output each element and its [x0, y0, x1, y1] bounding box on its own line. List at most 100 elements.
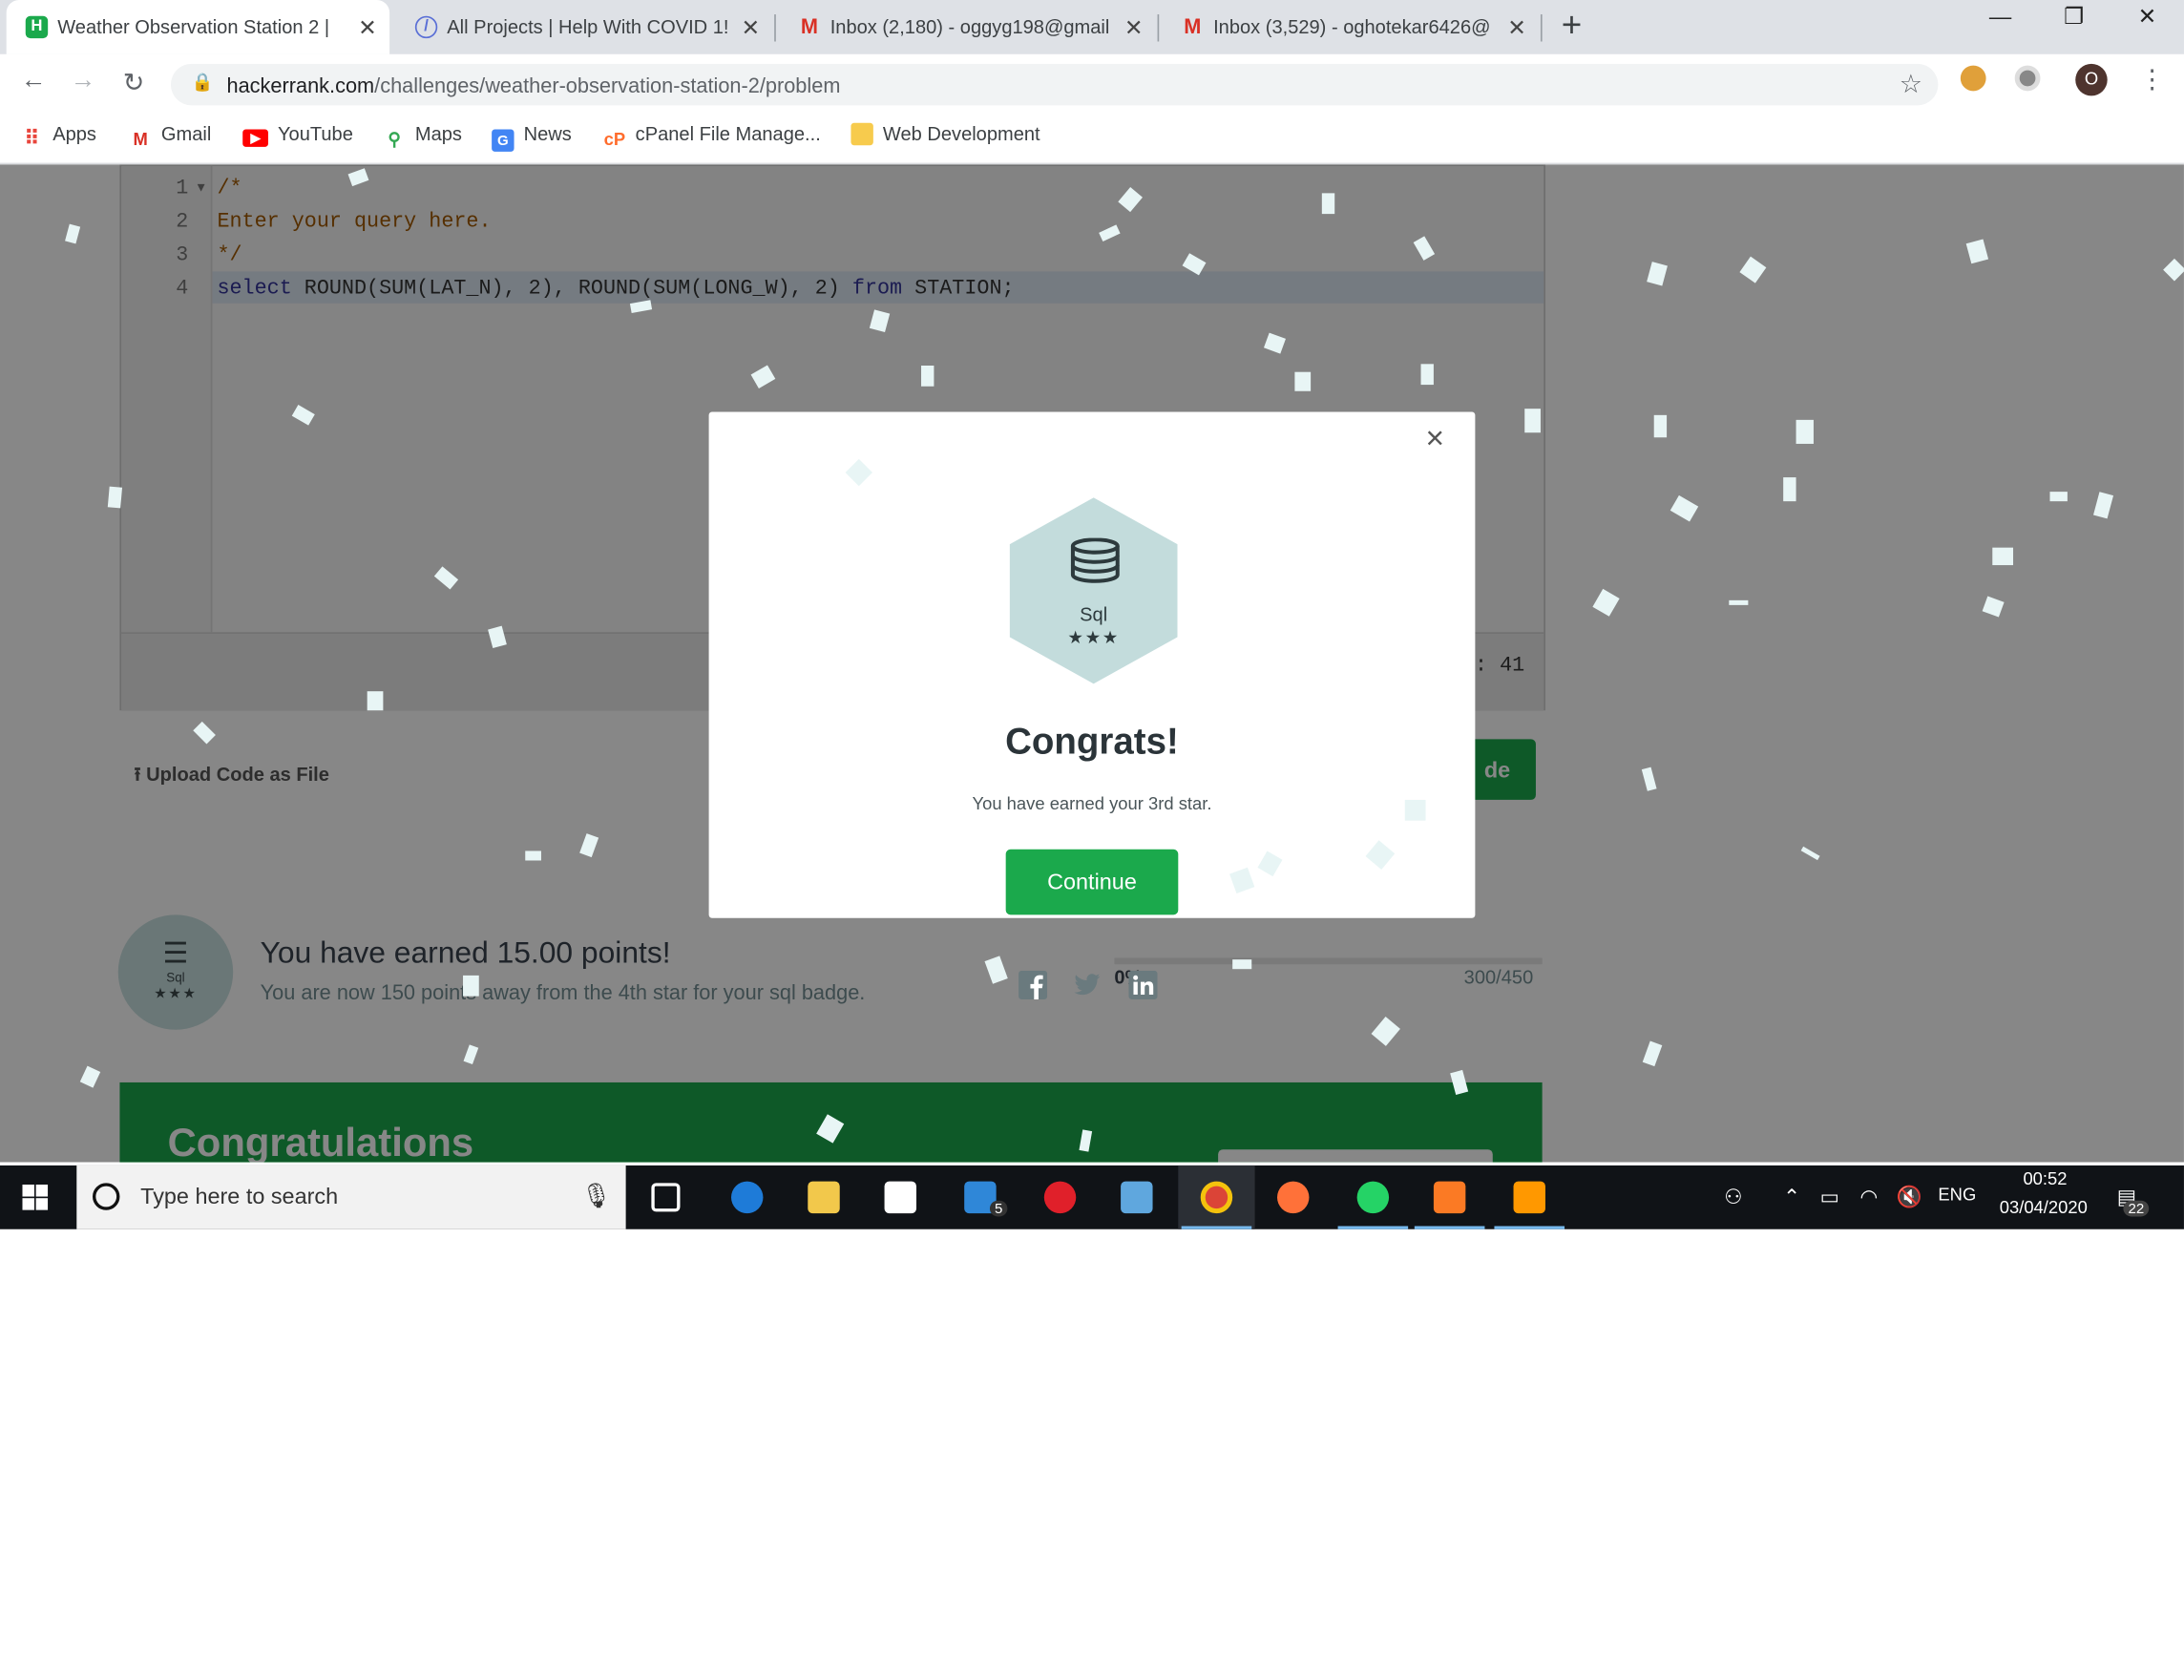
- close-window-icon[interactable]: ✕: [2123, 3, 2171, 30]
- wifi-icon[interactable]: ◠: [1859, 1185, 1878, 1210]
- bookmark-label: News: [523, 122, 572, 146]
- confetti-piece: [1653, 414, 1668, 438]
- confetti-piece: [1420, 364, 1434, 386]
- browser-menu-icon[interactable]: ⋮: [2139, 64, 2165, 95]
- lock-icon: 🔒: [191, 73, 214, 94]
- bookmark-news[interactable]: G News: [492, 123, 572, 152]
- url-path: /challenges/weather-observation-station-…: [374, 73, 841, 98]
- task-view-button[interactable]: [626, 1166, 703, 1229]
- taskbar-app-7[interactable]: [1099, 1166, 1175, 1229]
- tab-help-with-covid[interactable]: / All Projects | Help With COVID 1! ✕: [396, 0, 773, 54]
- cortana-icon: [93, 1183, 120, 1210]
- clock-date[interactable]: 03/04/2020: [1992, 1199, 2094, 1218]
- profile-avatar[interactable]: O: [2075, 63, 2108, 96]
- confetti-piece: [367, 691, 384, 711]
- bookmark-label: Web Development: [882, 122, 1040, 146]
- microphone-icon[interactable]: 🎙: [581, 1182, 612, 1209]
- app-icon: [1121, 1181, 1153, 1214]
- clock-time[interactable]: 00:52: [2015, 1170, 2076, 1189]
- close-icon[interactable]: ×: [1426, 422, 1445, 458]
- confetti-piece: [1321, 193, 1335, 215]
- twitter-icon[interactable]: [1073, 971, 1102, 999]
- battery-icon[interactable]: ▭: [1820, 1185, 1840, 1210]
- taskbar-edge[interactable]: [709, 1166, 786, 1229]
- taskbar-mail[interactable]: 5: [942, 1166, 1018, 1229]
- page-content: 1 2 3 4 ▼ /* Enter your query here. */ s…: [0, 164, 2184, 1163]
- mail-badge: 5: [989, 1200, 1008, 1217]
- youtube-icon: ▶: [242, 129, 268, 147]
- firefox-icon: [1277, 1181, 1310, 1214]
- taskbar-firefox[interactable]: [1255, 1166, 1332, 1229]
- badge-name: Sql: [1080, 603, 1108, 626]
- file-explorer-icon: [808, 1181, 840, 1214]
- confetti-piece: [1729, 599, 1749, 605]
- active-indicator: [1181, 1226, 1252, 1229]
- continue-button[interactable]: Continue: [1005, 849, 1179, 915]
- close-tab-icon[interactable]: ✕: [1507, 14, 1526, 41]
- back-icon[interactable]: ←: [21, 67, 47, 95]
- close-tab-icon[interactable]: ✕: [1124, 14, 1144, 41]
- edge-icon: [731, 1181, 764, 1214]
- gmail-icon: M: [1184, 14, 1202, 39]
- modal-message: You have earned your 3rd star.: [972, 794, 1212, 814]
- store-icon: [884, 1181, 917, 1214]
- bookmark-label: Maps: [414, 122, 462, 146]
- forward-icon[interactable]: →: [71, 67, 96, 95]
- language-indicator[interactable]: ENG: [1938, 1186, 1976, 1206]
- confetti-piece: [1404, 799, 1426, 821]
- new-tab-button[interactable]: +: [1562, 5, 1583, 46]
- extension-icon[interactable]: [2014, 65, 2041, 92]
- minimize-icon[interactable]: —: [1977, 3, 2025, 29]
- taskbar-opera[interactable]: [1021, 1166, 1098, 1229]
- chevron-up-icon[interactable]: ⌃: [1783, 1185, 1800, 1210]
- taskbar-store[interactable]: [862, 1166, 938, 1229]
- bookmark-label: cPanel File Manage...: [635, 122, 821, 146]
- reload-icon[interactable]: ↻: [123, 67, 144, 98]
- search-placeholder: Type here to search: [140, 1183, 339, 1209]
- browser-toolbar: ← → ↻ 🔒 hackerrank.com/challenges/weathe…: [0, 53, 2184, 113]
- bookmark-label: YouTube: [278, 122, 353, 146]
- confetti-piece: [1992, 547, 2014, 566]
- bookmark-web-development[interactable]: Web Development: [850, 122, 1040, 146]
- bookmark-star-icon[interactable]: ☆: [1900, 69, 1922, 100]
- bookmark-maps[interactable]: ⚲ Maps: [383, 123, 462, 152]
- apps-grid-icon: ⠿: [24, 126, 40, 151]
- modal-title: Congrats!: [1005, 720, 1179, 762]
- tab-gmail-inbox-2[interactable]: M Inbox (3,529) - oghotekar6426@ ✕: [1163, 0, 1540, 54]
- confetti-piece: [1524, 409, 1541, 433]
- taskbar-file-explorer[interactable]: [786, 1166, 862, 1229]
- bookmark-apps[interactable]: ⠿ Apps: [21, 123, 95, 151]
- taskbar-whatsapp[interactable]: [1334, 1166, 1411, 1229]
- confetti-piece: [921, 366, 934, 387]
- gmail-icon: M: [800, 14, 819, 39]
- confetti-piece: [1783, 477, 1796, 502]
- tab-gmail-inbox-1[interactable]: M Inbox (2,180) - oggyg198@gmail ✕: [779, 0, 1156, 54]
- database-icon: [1068, 537, 1123, 598]
- address-bar[interactable]: 🔒 hackerrank.com/challenges/weather-obse…: [170, 63, 1939, 106]
- news-icon: G: [492, 129, 514, 152]
- facebook-icon[interactable]: [1018, 970, 1048, 999]
- helpwithcovid-icon: /: [414, 15, 438, 39]
- linkedin-icon[interactable]: [1128, 970, 1158, 999]
- restore-icon[interactable]: ❐: [2049, 3, 2097, 30]
- windows-taskbar: Type here to search 🎙 5 ⚇ ⌃ ▭ ◠ 🔇 ENG 00…: [0, 1165, 2184, 1229]
- taskbar-xampp[interactable]: [1411, 1166, 1487, 1229]
- volume-muted-icon[interactable]: 🔇: [1897, 1185, 1922, 1210]
- bookmark-cpanel[interactable]: cP cPanel File Manage...: [603, 123, 821, 152]
- taskbar-chrome[interactable]: [1178, 1165, 1255, 1229]
- close-tab-icon[interactable]: ✕: [358, 14, 377, 41]
- bookmark-youtube[interactable]: ▶ YouTube: [242, 123, 353, 147]
- close-tab-icon[interactable]: ✕: [741, 14, 760, 41]
- people-icon[interactable]: ⚇: [1724, 1185, 1742, 1210]
- windows-start-icon[interactable]: [22, 1184, 49, 1210]
- folder-icon: [850, 122, 873, 146]
- cookie-extension-icon[interactable]: [1960, 65, 1986, 92]
- confetti-piece: [1796, 419, 1814, 444]
- confetti-piece: [107, 486, 123, 509]
- tab-weather-observation[interactable]: H Weather Observation Station 2 | ✕: [6, 0, 390, 54]
- sublime-text-icon: [1513, 1181, 1545, 1214]
- bookmark-gmail[interactable]: M Gmail: [129, 123, 211, 152]
- taskbar-sublime[interactable]: [1491, 1166, 1567, 1229]
- taskbar-search[interactable]: Type here to search 🎙: [76, 1165, 626, 1229]
- url-domain: hackerrank.com: [226, 73, 375, 98]
